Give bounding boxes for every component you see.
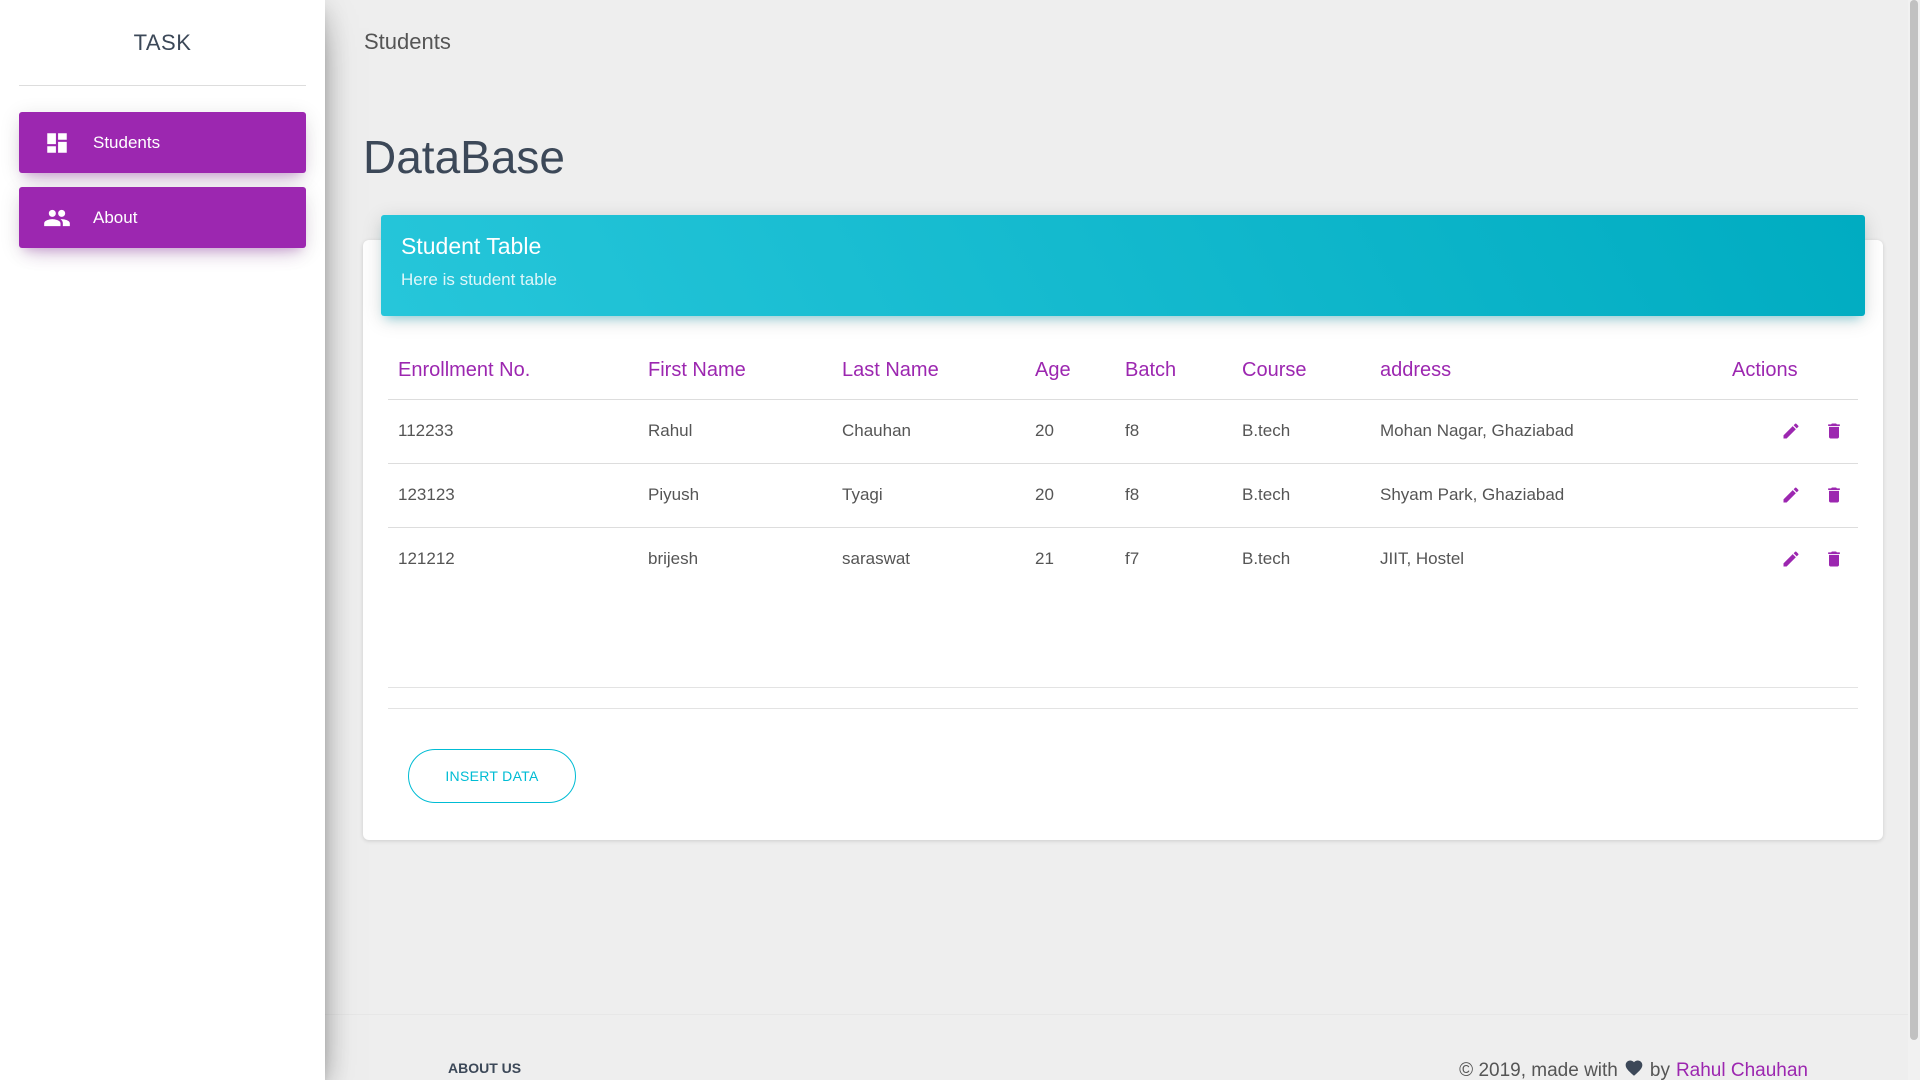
table-cell: 121212: [398, 549, 455, 569]
sidebar-item-about[interactable]: About: [19, 187, 306, 248]
delete-icon[interactable]: [1820, 545, 1848, 573]
column-header: Actions: [1708, 343, 1858, 400]
edit-icon[interactable]: [1777, 545, 1805, 573]
table-cell: B.tech: [1232, 463, 1370, 528]
page-title: DataBase: [363, 131, 566, 183]
column-header: Age: [1025, 343, 1115, 400]
table-row: 121212 brijesh saraswat 21 f7 B.tech JII…: [388, 527, 1858, 591]
page-scrollbar[interactable]: [1908, 0, 1920, 1080]
card-title: Student Table: [401, 233, 542, 259]
scrollbar-thumb[interactable]: [1910, 0, 1918, 1040]
table-cell: 123123: [388, 463, 638, 528]
table-cell: 21: [1035, 549, 1054, 569]
author-link[interactable]: Rahul Chauhan: [1676, 1060, 1808, 1080]
student-table: Enrollment No. First Name Last Name Age …: [388, 343, 1858, 591]
edit-icon[interactable]: [1777, 481, 1805, 509]
column-header: Course: [1232, 343, 1370, 400]
delete-icon[interactable]: [1820, 481, 1848, 509]
table-cell: B.tech: [1242, 549, 1291, 569]
column-header: address: [1370, 343, 1708, 400]
copyright-text: © 2019, made with: [1459, 1060, 1618, 1080]
actions-cell: [1708, 463, 1858, 528]
table-cell: 20: [1025, 463, 1115, 528]
brand-logo[interactable]: TASK: [19, 0, 306, 86]
table-header-row: Enrollment No. First Name Last Name Age …: [388, 343, 1858, 400]
table-cell: Tyagi: [832, 463, 1025, 528]
table-divider: [388, 708, 1858, 709]
student-table-card: Student Table Here is student table Enro…: [363, 215, 1883, 840]
table-row: 123123 Piyush Tyagi 20 f8 B.tech Shyam P…: [388, 463, 1858, 528]
heart-icon: [1624, 1058, 1644, 1080]
table-cell: Piyush: [638, 463, 832, 528]
edit-icon[interactable]: [1777, 417, 1805, 445]
sidebar-item-label: About: [93, 207, 138, 227]
table-cell: Shyam Park, Ghaziabad: [1370, 463, 1708, 528]
people-icon: [43, 204, 71, 232]
table-cell: saraswat: [842, 549, 911, 569]
sidebar: TASK Students About: [0, 0, 325, 1080]
sidebar-nav: Students About: [0, 112, 325, 248]
sidebar-item-students[interactable]: Students: [19, 112, 306, 173]
table-cell: Chauhan: [832, 399, 1025, 464]
copyright-by: by: [1649, 1060, 1670, 1080]
column-header: First Name: [638, 343, 832, 400]
table-row: 112233 Rahul Chauhan 20 f8 B.tech Mohan …: [388, 399, 1858, 464]
table-cell: f8: [1115, 399, 1232, 464]
column-header: Batch: [1115, 343, 1232, 400]
footer: ABOUT US © 2019, made with by Rahul Chau…: [325, 1014, 1920, 1080]
main-panel: Students DataBase Student Table Here is …: [325, 0, 1920, 1080]
table-cell: 112233: [388, 399, 638, 464]
table-cell: f8: [1115, 463, 1232, 528]
table-cell: B.tech: [1232, 399, 1370, 464]
column-header: Enrollment No.: [388, 343, 638, 400]
navbar-title[interactable]: Students: [364, 29, 451, 55]
table-cell: 20: [1025, 399, 1115, 464]
actions-cell: [1708, 399, 1858, 464]
insert-data-button[interactable]: INSERT DATA: [408, 749, 576, 803]
dashboard-icon: [43, 129, 71, 157]
column-header: Last Name: [832, 343, 1025, 400]
table-cell: Rahul: [638, 399, 832, 464]
table-cell: Mohan Nagar, Ghaziabad: [1370, 399, 1708, 464]
sidebar-item-label: Students: [93, 132, 161, 152]
table-cell: JIIT, Hostel: [1380, 549, 1465, 569]
about-us-link[interactable]: ABOUT US: [448, 1060, 521, 1076]
card-subtitle: Here is student table: [401, 270, 557, 289]
table-cell: f7: [1125, 549, 1140, 569]
copyright: © 2019, made with by Rahul Chauhan: [1459, 1058, 1808, 1080]
card-header: Student Table Here is student table: [381, 215, 1865, 316]
actions-cell: [1708, 527, 1858, 591]
table-cell: brijesh: [648, 549, 699, 569]
delete-icon[interactable]: [1820, 417, 1848, 445]
table-divider: [388, 687, 1858, 688]
